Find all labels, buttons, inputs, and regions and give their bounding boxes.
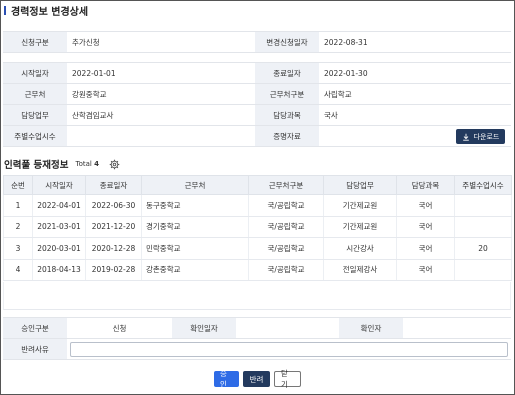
table-row[interactable]: 3 2020-03-01 2020-12-28 민락중학교 국/공립학교 시간강… xyxy=(3,237,512,260)
gear-icon[interactable] xyxy=(109,159,120,170)
close-button[interactable]: 닫기 xyxy=(274,369,301,389)
cell-workplace: 경기중학교 xyxy=(141,216,249,238)
registry-section-header: 인력풀 등재정보 Total 4 xyxy=(4,158,120,171)
subject-value: 국사 xyxy=(319,104,511,126)
confirm-date-value xyxy=(236,317,339,339)
workplace-label: 근무처 xyxy=(3,83,67,105)
end-date-value: 2022-01-30 xyxy=(319,62,511,84)
proof-label: 증명자료 xyxy=(255,125,319,147)
cell-workplace: 민락중학교 xyxy=(141,237,249,260)
download-button[interactable]: 다운로드 xyxy=(456,129,505,144)
col-header-hours[interactable]: 주별수업시수 xyxy=(454,175,512,195)
col-header-workplace-type[interactable]: 근무처구분 xyxy=(248,175,324,195)
col-header-start[interactable]: 시작일자 xyxy=(32,175,86,195)
start-date-label: 시작일자 xyxy=(3,62,67,84)
registry-title: 인력풀 등재정보 xyxy=(4,160,69,171)
action-bar: 승인 반려 닫기 xyxy=(0,369,515,389)
reject-reason-label: 반려사유 xyxy=(3,338,67,360)
cell-duty: 기간제교원 xyxy=(323,216,397,238)
col-header-workplace[interactable]: 근무처 xyxy=(141,175,249,195)
confirm-date-label: 확인일자 xyxy=(172,317,236,339)
duty-label: 담당업무 xyxy=(3,104,67,126)
cell-start: 2021-03-01 xyxy=(32,216,86,238)
cell-duty: 기간제교원 xyxy=(323,194,397,217)
cell-workplace-type: 국/공립학교 xyxy=(248,259,324,281)
cell-no: 1 xyxy=(3,194,33,217)
cell-subject: 국어 xyxy=(396,237,455,260)
cell-hours: 20 xyxy=(454,237,512,260)
total-label: Total xyxy=(75,160,92,168)
cell-end: 2020-12-28 xyxy=(85,237,142,260)
col-header-subject[interactable]: 담당과목 xyxy=(396,175,455,195)
start-date-value: 2022-01-01 xyxy=(67,62,255,84)
registry-grid: 순번 시작일자 종료일자 근무처 근무처구분 담당업무 담당과목 주별수업시수 … xyxy=(3,175,512,281)
confirmer-value xyxy=(403,317,511,339)
reject-button[interactable]: 반려 xyxy=(243,371,270,387)
approval-table: 승인구분 신청 확인일자 확인자 반려사유 xyxy=(3,317,511,360)
cell-subject: 국어 xyxy=(396,194,455,217)
end-date-label: 종료일자 xyxy=(255,62,319,84)
page-title: 경력정보 변경상세 xyxy=(4,3,89,18)
cell-duty: 시간강사 xyxy=(323,237,397,260)
cell-workplace-type: 국/공립학교 xyxy=(248,216,324,238)
cell-hours xyxy=(454,259,512,281)
approval-status-label: 승인구분 xyxy=(3,317,67,339)
registry-total: Total 4 xyxy=(76,160,99,168)
proof-value: 다운로드 xyxy=(319,125,511,147)
col-header-duty[interactable]: 담당업무 xyxy=(323,175,397,195)
cell-end: 2021-12-20 xyxy=(85,216,142,238)
confirmer-label: 확인자 xyxy=(339,317,403,339)
request-type-label: 신청구분 xyxy=(3,31,67,53)
cell-workplace-type: 국/공립학교 xyxy=(248,194,324,217)
cell-start: 2020-03-01 xyxy=(32,237,86,260)
weekly-hours-label: 주별수업시수 xyxy=(3,125,67,147)
cell-end: 2019-02-28 xyxy=(85,259,142,281)
approval-status-value: 신청 xyxy=(67,317,172,339)
subject-label: 담당과목 xyxy=(255,104,319,126)
workplace-type-value: 사립학교 xyxy=(319,83,511,105)
cell-no: 4 xyxy=(3,259,33,281)
cell-hours xyxy=(454,194,512,217)
title-accent-bar xyxy=(4,5,6,15)
total-count: 4 xyxy=(94,160,99,168)
table-row[interactable]: 2 2021-03-01 2021-12-20 경기중학교 국/공립학교 기간제… xyxy=(3,216,512,238)
cell-no: 2 xyxy=(3,216,33,238)
cell-no: 3 xyxy=(3,237,33,260)
cell-subject: 국어 xyxy=(396,216,455,238)
cell-start: 2022-04-01 xyxy=(32,194,86,217)
workplace-value: 강원중학교 xyxy=(67,83,255,105)
request-type-value: 추가신청 xyxy=(67,31,255,53)
download-icon xyxy=(462,133,469,141)
cell-duty: 전일제강사 xyxy=(323,259,397,281)
col-header-end[interactable]: 종료일자 xyxy=(85,175,142,195)
request-date-value: 2022-08-31 xyxy=(319,31,511,53)
approve-button[interactable]: 승인 xyxy=(214,369,239,389)
download-label: 다운로드 xyxy=(473,132,500,141)
cell-workplace: 동구중학교 xyxy=(141,194,249,217)
cell-start: 2018-04-13 xyxy=(32,259,86,281)
workplace-type-label: 근무처구분 xyxy=(255,83,319,105)
request-info-table: 신청구분 추가신청 변경신청일자 2022-08-31 xyxy=(3,31,511,53)
grid-header-row: 순번 시작일자 종료일자 근무처 근무처구분 담당업무 담당과목 주별수업시수 xyxy=(3,175,512,195)
cell-subject: 국어 xyxy=(396,259,455,281)
table-row[interactable]: 4 2018-04-13 2019-02-28 강촌중학교 국/공립학교 전일제… xyxy=(3,259,512,281)
reject-reason-cell xyxy=(67,338,511,360)
request-date-label: 변경신청일자 xyxy=(255,31,319,53)
cell-workplace-type: 국/공립학교 xyxy=(248,237,324,260)
page-title-text: 경력정보 변경상세 xyxy=(11,6,89,18)
career-info-table: 시작일자 2022-01-01 종료일자 2022-01-30 근무처 강원중학… xyxy=(3,62,511,147)
cell-workplace: 강촌중학교 xyxy=(141,259,249,281)
weekly-hours-value xyxy=(67,125,255,147)
grid-empty-area xyxy=(3,282,511,310)
table-row[interactable]: 1 2022-04-01 2022-06-30 동구중학교 국/공립학교 기간제… xyxy=(3,194,512,217)
reject-reason-input[interactable] xyxy=(70,341,508,357)
cell-hours xyxy=(454,216,512,238)
duty-value: 산학겸임교사 xyxy=(67,104,255,126)
cell-end: 2022-06-30 xyxy=(85,194,142,217)
col-header-no[interactable]: 순번 xyxy=(3,175,33,195)
